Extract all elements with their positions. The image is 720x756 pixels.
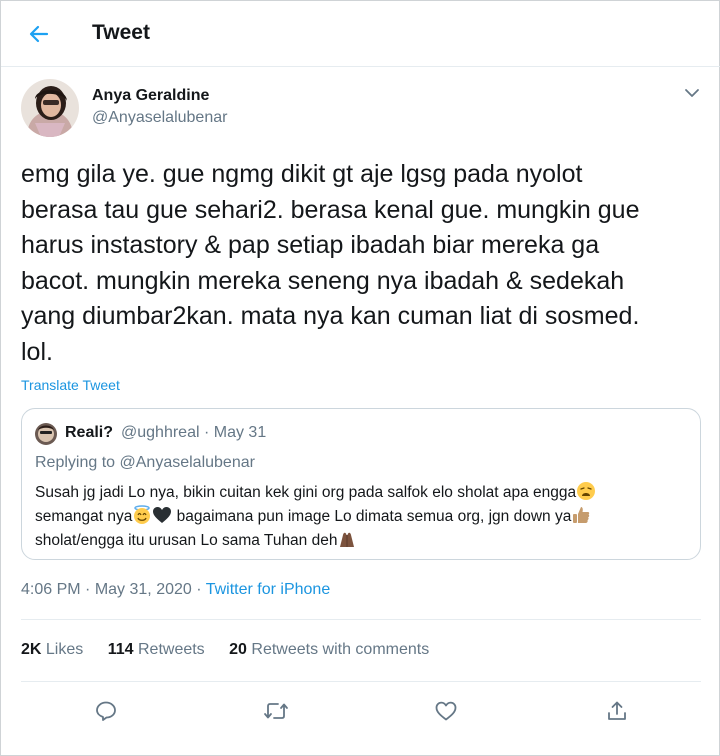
more-options-button[interactable] — [681, 83, 703, 103]
tweet-stats: 2K Likes 114 Retweets 20 Retweets with c… — [21, 641, 449, 659]
likes-label: Likes — [45, 641, 84, 658]
thumbs-up-icon — [571, 505, 591, 525]
retweets-count: 114 — [107, 641, 134, 658]
quoted-text-2: semangat nya — [35, 508, 133, 525]
retweet-icon — [264, 703, 288, 719]
halo-smile-icon — [132, 505, 152, 525]
replying-to-handle: @Anyaselalubenar — [119, 454, 255, 471]
retweets-with-comments-label: Retweets with comments — [251, 641, 430, 658]
page-title: Tweet — [92, 21, 150, 44]
back-button[interactable] — [23, 19, 55, 49]
retweets-with-comments-stat[interactable]: 20 Retweets with comments — [229, 641, 429, 658]
quoted-text: Susah jg jadi Lo nya, bikin cuitan kek g… — [35, 481, 695, 553]
quoted-text-4: sholat/engga itu urusan Lo sama Tuhan de… — [35, 532, 338, 549]
black-heart-icon — [152, 505, 172, 525]
folded-hands-icon — [337, 529, 357, 549]
retweets-with-comments-count: 20 — [229, 641, 247, 658]
quoted-text-1: Susah jg jadi Lo nya, bikin cuitan kek g… — [35, 484, 577, 501]
meta-separator-2: · — [196, 581, 202, 598]
quoted-avatar — [35, 423, 57, 445]
top-bar: Tweet — [1, 1, 720, 67]
weary-face-icon — [576, 481, 596, 501]
like-icon — [435, 701, 457, 721]
tweet-text: emg gila ye. gue ngmg dikit gt aje lgsg … — [21, 160, 640, 366]
arrow-left-icon — [29, 25, 49, 43]
quoted-author-handle: @ughhreal — [121, 424, 200, 441]
like-button[interactable] — [426, 693, 466, 729]
reply-icon — [96, 701, 116, 721]
reply-button[interactable] — [86, 693, 126, 729]
tweet-source-link[interactable]: Twitter for iPhone — [206, 581, 331, 598]
author-name[interactable]: Anya Geraldine — [92, 87, 209, 105]
quoted-meta: @ughhreal · May 31 — [121, 424, 266, 442]
avatar[interactable] — [21, 79, 79, 137]
quoted-separator: · — [203, 424, 210, 441]
tweet-time[interactable]: 4:06 PM — [21, 581, 81, 598]
translate-tweet-link[interactable]: Translate Tweet — [21, 377, 120, 393]
divider — [21, 681, 701, 682]
retweet-button[interactable] — [256, 693, 296, 729]
share-button[interactable] — [597, 693, 637, 729]
retweets-stat[interactable]: 114 Retweets — [108, 641, 205, 658]
meta-separator: · — [85, 581, 91, 598]
chevron-down-icon — [685, 89, 699, 97]
author-handle[interactable]: @Anyaselalubenar — [92, 109, 227, 127]
divider — [21, 619, 701, 620]
quoted-tweet[interactable]: Reali? @ughhreal · May 31 Replying to @A… — [21, 408, 701, 560]
share-icon — [608, 701, 626, 720]
quoted-author-name: Reali? — [65, 424, 114, 441]
replying-prefix: Replying to — [35, 454, 116, 471]
quoted-date: May 31 — [213, 424, 267, 441]
tweet-timestamp: 4:06 PM · May 31, 2020 · Twitter for iPh… — [21, 581, 330, 599]
replying-to: Replying to @Anyaselalubenar — [35, 454, 255, 472]
likes-count: 2K — [21, 641, 42, 658]
likes-stat[interactable]: 2K Likes — [21, 641, 83, 658]
retweets-label: Retweets — [137, 641, 205, 658]
tweet-date[interactable]: May 31, 2020 — [95, 581, 192, 598]
tweet-page: Tweet Anya Geraldine @Anyaselalubenar em… — [0, 0, 720, 756]
action-bar — [1, 693, 720, 729]
quoted-text-3: bagaimana pun image Lo dimata semua org,… — [172, 508, 572, 525]
